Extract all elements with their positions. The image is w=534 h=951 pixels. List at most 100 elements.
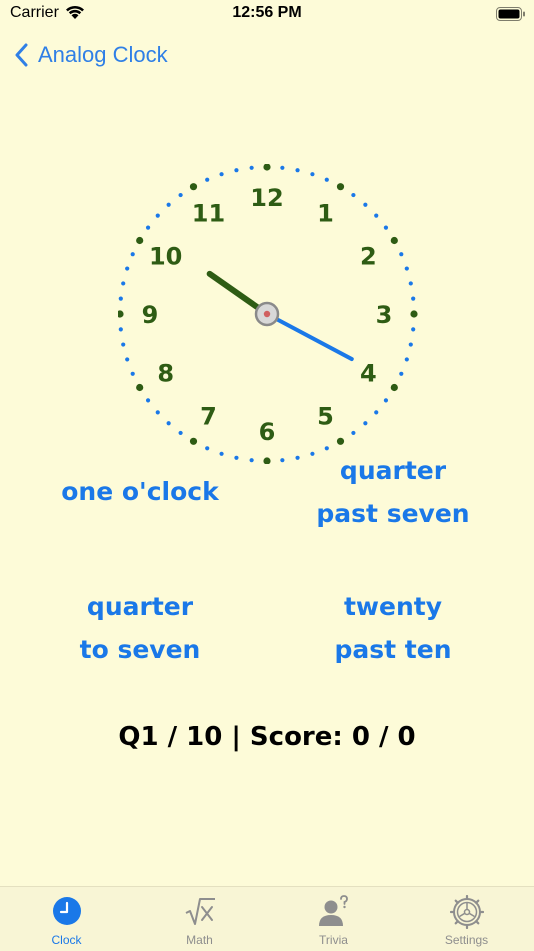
back-button[interactable]: Analog Clock <box>14 38 168 72</box>
clock-numeral: 3 <box>376 301 393 329</box>
tab-math[interactable]: Math <box>133 887 266 951</box>
chevron-left-icon <box>15 43 28 67</box>
person-question-icon <box>318 895 348 926</box>
minute-marker-dot <box>125 266 130 271</box>
minute-marker-dot <box>205 446 210 451</box>
tab-trivia-label: Trivia <box>319 933 348 947</box>
minute-marker-dot <box>310 172 315 177</box>
clock-numeral: 11 <box>192 200 225 228</box>
minute-marker-dot <box>205 177 210 182</box>
tab-settings-label: Settings <box>444 933 489 947</box>
minute-marker-dot <box>324 177 329 182</box>
clock-numeral: 8 <box>157 360 174 388</box>
hour-marker-dot <box>136 236 144 245</box>
hour-marker-dot <box>118 310 124 318</box>
minute-marker-dot <box>383 225 389 230</box>
answer-option-2[interactable]: quarter past seven <box>288 449 498 535</box>
answer-option-2-line2: past seven <box>316 499 470 528</box>
clock-numeral: 2 <box>360 243 377 271</box>
clock-numeral: 4 <box>360 360 377 388</box>
minute-marker-dot <box>295 168 300 173</box>
minute-marker-dot <box>155 213 160 218</box>
minute-marker-dot <box>383 398 389 403</box>
minute-marker-dot <box>130 252 135 257</box>
answer-option-4-line1: twenty <box>343 592 443 621</box>
minute-marker-dot <box>351 192 356 198</box>
minute-marker-dot <box>411 327 416 332</box>
minute-hand <box>265 312 354 362</box>
score-label: Q1 / 10 | Score: 0 / 0 <box>118 722 416 752</box>
status-time: 12:56 PM <box>232 4 302 21</box>
minute-marker-dot <box>374 410 379 415</box>
minute-marker-dot <box>404 357 409 362</box>
minute-marker-dot <box>118 296 123 301</box>
minute-marker-dot <box>219 451 224 456</box>
minute-marker-dot <box>404 266 409 271</box>
minute-marker-dot <box>363 202 368 207</box>
hour-marker-dot <box>336 437 345 445</box>
minute-marker-dot <box>219 172 224 177</box>
minute-marker-dot <box>408 281 413 286</box>
minute-marker-dot <box>130 371 135 376</box>
clock-center-dot <box>263 310 271 318</box>
answer-option-3-line2: to seven <box>79 635 201 664</box>
clock-numeral: 7 <box>200 402 217 430</box>
hour-marker-dot <box>390 383 398 392</box>
clock-icon <box>52 897 81 925</box>
answer-option-2-line1: quarter <box>339 456 447 485</box>
hour-marker-dot <box>189 183 198 191</box>
minute-marker-dot <box>399 252 404 257</box>
minute-marker-dot <box>408 342 413 347</box>
back-label: Analog Clock <box>38 42 168 67</box>
minute-marker-dot <box>178 192 183 198</box>
clock-numeral: 9 <box>142 301 159 329</box>
answer-option-1-line1: one o'clock <box>61 477 219 506</box>
answer-option-3[interactable]: quarter to seven <box>40 585 240 671</box>
answer-option-1[interactable]: one o'clock <box>40 470 240 513</box>
minute-marker-dot <box>234 168 239 173</box>
minute-marker-dot <box>155 410 160 415</box>
hour-marker-dot <box>189 437 198 445</box>
minute-marker-dot <box>166 421 171 426</box>
status-bar: Carrier 12:56 PM <box>0 0 534 30</box>
minute-marker-dot <box>411 296 416 301</box>
minute-marker-dot <box>145 225 151 230</box>
battery-icon <box>496 7 525 21</box>
clock-numeral: 6 <box>259 418 276 446</box>
minute-marker-dot <box>145 398 151 403</box>
minute-marker-dot <box>399 371 404 376</box>
tab-clock[interactable]: Clock <box>0 887 133 951</box>
tab-settings[interactable]: Settings <box>400 887 533 951</box>
minute-marker-dot <box>249 458 254 463</box>
minute-marker-dot <box>121 281 126 286</box>
minute-marker-dot <box>363 421 368 426</box>
answer-option-4[interactable]: twenty past ten <box>288 585 498 671</box>
minute-marker-dot <box>121 342 126 347</box>
minute-marker-dot <box>166 202 171 207</box>
minute-marker-dot <box>125 357 130 362</box>
hour-marker-dot <box>390 236 398 245</box>
clock-numeral: 1 <box>317 200 334 228</box>
answer-option-4-line2: past ten <box>334 635 452 664</box>
clock-numeral: 12 <box>250 184 283 212</box>
minute-marker-dot <box>118 327 123 332</box>
minute-marker-dot <box>178 430 183 436</box>
minute-marker-dot <box>249 165 254 170</box>
tab-clock-label: Clock <box>51 933 82 947</box>
minute-marker-dot <box>374 213 379 218</box>
tab-trivia[interactable]: Trivia <box>267 887 400 951</box>
hour-marker-dot <box>263 164 271 171</box>
tab-math-label: Math <box>186 933 213 947</box>
minute-marker-dot <box>280 165 285 170</box>
clock-numeral: 10 <box>149 243 182 271</box>
minute-marker-dot <box>280 458 285 463</box>
minute-marker-dot <box>351 430 356 436</box>
minute-marker-dot <box>234 455 239 460</box>
hour-marker-dot <box>336 183 345 191</box>
hour-marker-dot <box>263 457 271 464</box>
answer-option-3-line1: quarter <box>86 592 194 621</box>
gear-icon <box>449 895 484 929</box>
analog-clock: 12 12 3 45 6 78 9 10 11 <box>118 164 418 464</box>
hour-marker-dot <box>410 310 418 318</box>
square-root-icon <box>185 898 215 925</box>
